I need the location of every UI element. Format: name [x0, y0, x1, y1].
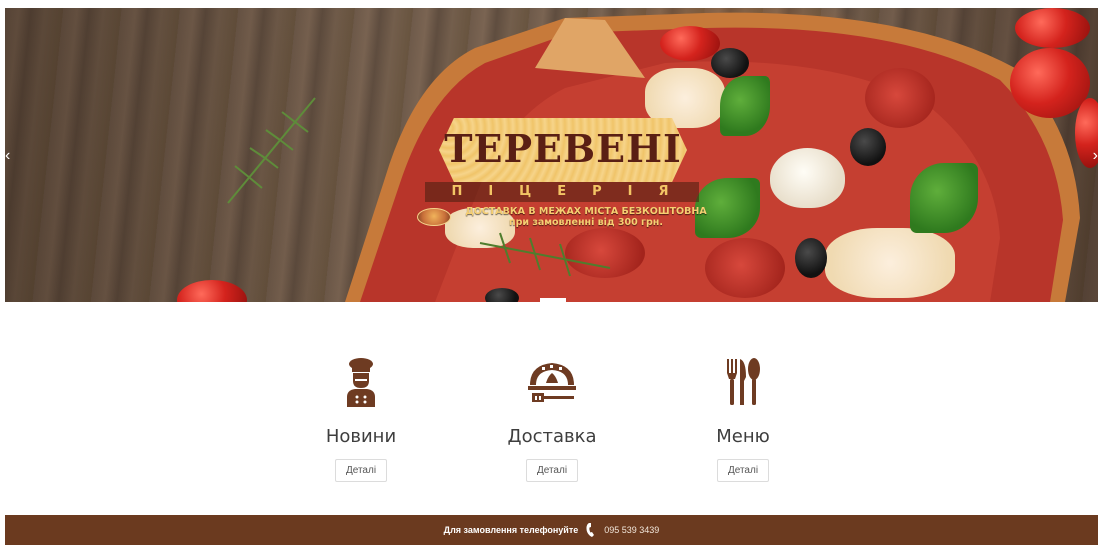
news-details-button[interactable]: Деталі — [334, 459, 388, 482]
phone-icon — [586, 523, 595, 537]
feature-news: Новини Деталі — [291, 354, 431, 482]
rosemary-decoration — [227, 97, 316, 204]
feature-menu: Меню Деталі — [673, 354, 813, 482]
hero-slider: ТЕРЕВЕНІ ПІЦЕРІЯ ДОСТАВКА В МЕЖАХ МІСТА … — [5, 8, 1098, 302]
delivery-note: ДОСТАВКА В МЕЖАХ МІСТА БЕЗКОШТОВНА при з… — [465, 206, 707, 228]
page: ТЕРЕВЕНІ ПІЦЕРІЯ ДОСТАВКА В МЕЖАХ МІСТА … — [0, 0, 1103, 545]
pizza-oven-icon — [528, 363, 576, 402]
chef-icon — [347, 358, 375, 407]
next-slide-arrow-icon[interactable]: › — [1093, 148, 1098, 164]
prev-slide-arrow-icon[interactable]: ‹ — [5, 148, 10, 164]
logo-title: ТЕРЕВЕНІ — [444, 126, 682, 171]
footer-bar: Для замовлення телефонуйте 095 539 3439 — [5, 515, 1098, 545]
menu-details-button[interactable]: Деталі — [716, 459, 770, 482]
footer-order-label: Для замовлення телефонуйте — [443, 525, 579, 535]
features-section: Новини Деталі Доставка Деталі Меню Детал… — [0, 340, 1103, 490]
footer-phone-number[interactable]: 095 539 3439 — [604, 525, 659, 535]
logo-subtitle: ПІЦЕРІЯ — [451, 184, 695, 199]
logo: ТЕРЕВЕНІ ПІЦЕРІЯ ДОСТАВКА В МЕЖАХ МІСТА … — [417, 112, 717, 232]
feature-delivery: Доставка Деталі — [482, 354, 622, 482]
rosemary-decoration — [479, 232, 611, 277]
feature-title: Новини — [325, 426, 397, 447]
feature-title: Меню — [716, 426, 770, 447]
delivery-details-button[interactable]: Деталі — [525, 459, 579, 482]
pizza-icon — [417, 208, 451, 226]
cutlery-icon — [727, 358, 760, 405]
hero-notch — [540, 298, 566, 314]
feature-title: Доставка — [507, 426, 597, 447]
